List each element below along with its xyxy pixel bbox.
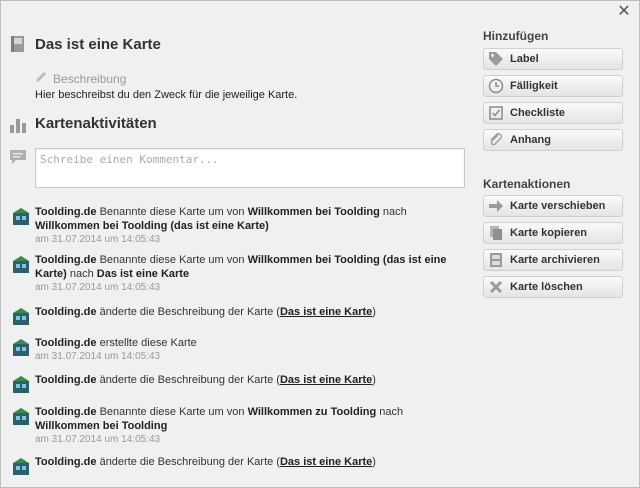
activity-card-link[interactable]: Das ist eine Karte <box>280 306 372 318</box>
archive-card-button[interactable]: Karte archivieren <box>483 249 623 271</box>
delete-icon <box>489 280 503 294</box>
avatar-icon <box>13 458 29 475</box>
activity-paren: ) <box>372 306 376 318</box>
activity-verb: erstellte diese Karte <box>96 337 197 349</box>
tag-icon <box>489 52 503 66</box>
activity-date: am 31.07.2014 um 14:05:43 <box>35 351 161 362</box>
activity-date: am 31.07.2014 um 14:05:43 <box>35 282 161 293</box>
activity-text: Toolding.de Benannte diese Karte um von … <box>35 205 465 246</box>
activity-old-name: Willkommen zu Toolding <box>247 406 377 418</box>
description-text[interactable]: Hier beschreibst du den Zweck für die je… <box>35 89 297 101</box>
avatar-icon <box>13 256 29 273</box>
card-dialog: ✕ Das ist eine Karte Beschreibung Hier b… <box>0 0 640 488</box>
copy-icon <box>490 226 502 240</box>
activity-card-link[interactable]: Das ist eine Karte <box>280 456 372 468</box>
activity-paren: ) <box>372 374 376 386</box>
attachment-button-text: Anhang <box>510 134 551 146</box>
archive-card-button-text: Karte archivieren <box>510 254 600 266</box>
activity-verb: änderte die Beschreibung der Karte ( <box>96 456 280 468</box>
delete-card-button[interactable]: Karte löschen <box>483 276 623 298</box>
checklist-button[interactable]: Checkliste <box>483 102 623 124</box>
description-label[interactable]: Beschreibung <box>35 71 126 86</box>
activity-verb: Benannte diese Karte um von <box>96 206 248 218</box>
activity-text: Toolding.de Benannte diese Karte um von … <box>35 253 465 294</box>
move-card-button[interactable]: Karte verschieben <box>483 195 623 217</box>
avatar-icon <box>13 408 29 425</box>
avatar-icon <box>13 339 29 356</box>
pencil-icon <box>35 71 49 86</box>
activity-user[interactable]: Toolding.de <box>35 374 97 386</box>
actions-heading: Kartenaktionen <box>483 177 571 191</box>
activity-paren: ) <box>372 456 376 468</box>
due-date-button-text: Fälligkeit <box>510 80 558 92</box>
card-title[interactable]: Das ist eine Karte <box>35 36 161 53</box>
close-icon[interactable]: ✕ <box>615 3 633 21</box>
activity-text: Toolding.de änderte die Beschreibung der… <box>35 455 465 469</box>
label-button-text: Label <box>510 53 539 65</box>
checklist-button-text: Checkliste <box>510 107 566 119</box>
activity-date: am 31.07.2014 um 14:05:43 <box>35 234 161 245</box>
activity-user[interactable]: Toolding.de <box>35 337 97 349</box>
activity-connector: nach <box>376 406 404 418</box>
bar-chart-icon <box>10 119 26 133</box>
activity-new-name: Willkommen bei Toolding (das ist eine Ka… <box>35 220 269 232</box>
activity-user[interactable]: Toolding.de <box>35 254 97 266</box>
activity-user[interactable]: Toolding.de <box>35 306 97 318</box>
activity-verb: änderte die Beschreibung der Karte ( <box>96 374 280 386</box>
clock-icon <box>488 78 504 94</box>
move-card-button-text: Karte verschieben <box>510 200 606 212</box>
avatar-icon <box>13 308 29 325</box>
activity-user[interactable]: Toolding.de <box>35 206 97 218</box>
delete-card-button-text: Karte löschen <box>510 281 583 293</box>
activity-verb: Benannte diese Karte um von <box>96 254 248 266</box>
activity-new-name: Das ist eine Karte <box>96 268 190 280</box>
checklist-icon <box>489 106 503 120</box>
activity-old-name: Willkommen bei Toolding <box>247 206 380 218</box>
activity-text: Toolding.de Benannte diese Karte um von … <box>35 405 465 446</box>
activity-text: Toolding.de änderte die Beschreibung der… <box>35 305 465 319</box>
activity-card-link[interactable]: Das ist eine Karte <box>280 374 372 386</box>
comment-input[interactable] <box>35 148 465 188</box>
copy-card-button-text: Karte kopieren <box>510 227 588 239</box>
comment-icon <box>10 150 26 164</box>
activity-text: Toolding.de änderte die Beschreibung der… <box>35 373 465 387</box>
activity-user[interactable]: Toolding.de <box>35 456 97 468</box>
activity-connector: nach <box>66 268 97 280</box>
attachment-button[interactable]: Anhang <box>483 129 623 151</box>
description-label-text: Beschreibung <box>53 72 127 86</box>
activity-connector: nach <box>379 206 407 218</box>
avatar-icon <box>13 208 29 225</box>
arrow-right-icon <box>489 200 503 212</box>
activity-verb: Benannte diese Karte um von <box>96 406 248 418</box>
copy-card-button[interactable]: Karte kopieren <box>483 222 623 244</box>
paperclip-icon <box>490 133 502 146</box>
archive-icon <box>490 253 502 267</box>
activity-text: Toolding.de erstellte diese Karte am 31.… <box>35 336 465 363</box>
due-date-button[interactable]: Fälligkeit <box>483 75 623 97</box>
activities-title: Kartenaktivitäten <box>35 115 157 132</box>
avatar-icon <box>13 376 29 393</box>
activity-date: am 31.07.2014 um 14:05:43 <box>35 434 161 445</box>
activity-user[interactable]: Toolding.de <box>35 406 97 418</box>
card-icon <box>11 36 24 52</box>
add-heading: Hinzufügen <box>483 29 549 43</box>
activity-verb: änderte die Beschreibung der Karte ( <box>96 306 280 318</box>
activity-new-name: Willkommen bei Toolding <box>35 420 168 432</box>
label-button[interactable]: Label <box>483 48 623 70</box>
